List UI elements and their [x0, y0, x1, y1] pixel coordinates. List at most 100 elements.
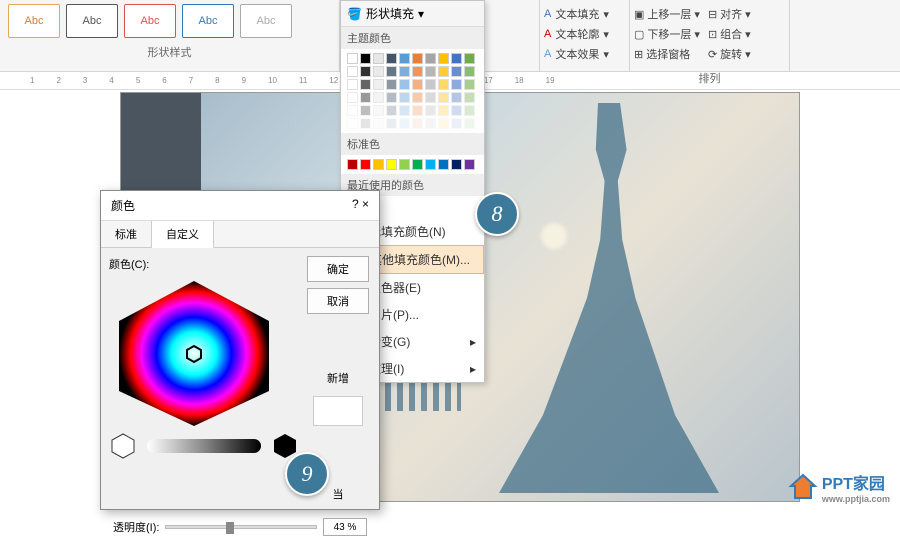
- color-swatch[interactable]: [399, 159, 410, 170]
- shape-style-3[interactable]: Abc: [124, 4, 176, 38]
- color-swatch[interactable]: [438, 79, 449, 90]
- color-swatch[interactable]: [347, 79, 358, 90]
- group-button[interactable]: ⊡ 组合 ▾: [708, 24, 751, 44]
- text-fill-button[interactable]: A文本填充 ▾: [544, 4, 625, 24]
- color-swatch[interactable]: [347, 92, 358, 103]
- tab-standard[interactable]: 标准: [101, 221, 152, 247]
- color-swatch[interactable]: [360, 53, 371, 64]
- color-swatch[interactable]: [412, 92, 423, 103]
- color-swatch[interactable]: [373, 118, 384, 129]
- close-button[interactable]: ×: [362, 197, 369, 211]
- color-swatch[interactable]: [451, 159, 462, 170]
- rotate-button[interactable]: ⟳ 旋转 ▾: [708, 44, 751, 64]
- color-swatch[interactable]: [347, 105, 358, 116]
- color-swatch[interactable]: [386, 105, 397, 116]
- color-swatch[interactable]: [438, 105, 449, 116]
- dialog-titlebar[interactable]: 颜色 ? ×: [101, 191, 379, 221]
- color-swatch[interactable]: [360, 66, 371, 77]
- color-swatch[interactable]: [451, 79, 462, 90]
- white-hex-icon[interactable]: [109, 432, 137, 460]
- color-swatch[interactable]: [373, 159, 384, 170]
- color-swatch[interactable]: [412, 66, 423, 77]
- color-swatch[interactable]: [373, 79, 384, 90]
- help-button[interactable]: ?: [352, 197, 359, 211]
- shape-fill-button[interactable]: 🪣 形状填充 ▾: [341, 1, 484, 27]
- color-swatch[interactable]: [373, 92, 384, 103]
- color-swatch[interactable]: [412, 105, 423, 116]
- color-swatch[interactable]: [347, 118, 358, 129]
- color-swatch[interactable]: [360, 105, 371, 116]
- color-swatch[interactable]: [412, 53, 423, 64]
- shape-style-5[interactable]: Abc: [240, 4, 292, 38]
- shape-style-1[interactable]: Abc: [8, 4, 60, 38]
- color-swatch[interactable]: [425, 159, 436, 170]
- color-swatch[interactable]: [464, 118, 475, 129]
- color-swatch[interactable]: [386, 92, 397, 103]
- color-swatch[interactable]: [425, 92, 436, 103]
- color-swatch[interactable]: [438, 118, 449, 129]
- color-swatch[interactable]: [412, 79, 423, 90]
- color-swatch[interactable]: [386, 79, 397, 90]
- color-swatch[interactable]: [451, 118, 462, 129]
- shape-style-4[interactable]: Abc: [182, 4, 234, 38]
- color-swatch[interactable]: [425, 118, 436, 129]
- color-swatch[interactable]: [360, 118, 371, 129]
- color-swatch[interactable]: [425, 53, 436, 64]
- arrange-label: 排列: [634, 70, 785, 86]
- color-swatch[interactable]: [373, 105, 384, 116]
- ok-button[interactable]: 确定: [307, 256, 369, 282]
- color-swatch[interactable]: [425, 79, 436, 90]
- bring-forward-button[interactable]: ▣ 上移一层 ▾: [634, 4, 700, 24]
- shape-style-2[interactable]: Abc: [66, 4, 118, 38]
- color-swatch[interactable]: [438, 66, 449, 77]
- color-swatch[interactable]: [373, 53, 384, 64]
- color-swatch[interactable]: [425, 66, 436, 77]
- color-swatch[interactable]: [386, 66, 397, 77]
- color-swatch[interactable]: [386, 118, 397, 129]
- color-swatch[interactable]: [399, 66, 410, 77]
- color-swatch[interactable]: [347, 53, 358, 64]
- hexagon-color-picker[interactable]: [109, 276, 279, 426]
- color-swatch[interactable]: [464, 92, 475, 103]
- color-swatch[interactable]: [412, 159, 423, 170]
- color-swatch[interactable]: [360, 92, 371, 103]
- silhouette-shape[interactable]: [499, 103, 719, 493]
- selection-pane-button[interactable]: ⊞ 选择窗格: [634, 44, 700, 64]
- color-swatch[interactable]: [399, 92, 410, 103]
- grayscale-slider[interactable]: [147, 439, 261, 453]
- color-swatch[interactable]: [347, 66, 358, 77]
- color-swatch[interactable]: [464, 79, 475, 90]
- color-swatch[interactable]: [451, 105, 462, 116]
- color-swatch[interactable]: [438, 92, 449, 103]
- opacity-input[interactable]: [323, 518, 367, 536]
- align-button[interactable]: ⊟ 对齐 ▾: [708, 4, 751, 24]
- color-swatch[interactable]: [464, 159, 475, 170]
- color-swatch[interactable]: [451, 66, 462, 77]
- color-swatch[interactable]: [386, 159, 397, 170]
- color-swatch[interactable]: [360, 79, 371, 90]
- text-effects-button[interactable]: A文本效果 ▾: [544, 44, 625, 64]
- color-swatch[interactable]: [438, 159, 449, 170]
- color-swatch[interactable]: [399, 105, 410, 116]
- color-swatch[interactable]: [438, 53, 449, 64]
- paint-bucket-icon: 🪣: [347, 7, 362, 21]
- opacity-slider[interactable]: [165, 525, 317, 529]
- color-swatch[interactable]: [464, 53, 475, 64]
- color-swatch[interactable]: [464, 105, 475, 116]
- send-backward-button[interactable]: ▢ 下移一层 ▾: [634, 24, 700, 44]
- color-swatch[interactable]: [399, 118, 410, 129]
- color-swatch[interactable]: [373, 66, 384, 77]
- color-swatch[interactable]: [386, 53, 397, 64]
- color-swatch[interactable]: [360, 159, 371, 170]
- tab-custom[interactable]: 自定义: [152, 221, 214, 248]
- text-outline-button[interactable]: A文本轮廓 ▾: [544, 24, 625, 44]
- color-swatch[interactable]: [399, 79, 410, 90]
- color-swatch[interactable]: [425, 105, 436, 116]
- color-swatch[interactable]: [412, 118, 423, 129]
- color-swatch[interactable]: [399, 53, 410, 64]
- color-swatch[interactable]: [464, 66, 475, 77]
- color-swatch[interactable]: [451, 92, 462, 103]
- cancel-button[interactable]: 取消: [307, 288, 369, 314]
- color-swatch[interactable]: [451, 53, 462, 64]
- color-swatch[interactable]: [347, 159, 358, 170]
